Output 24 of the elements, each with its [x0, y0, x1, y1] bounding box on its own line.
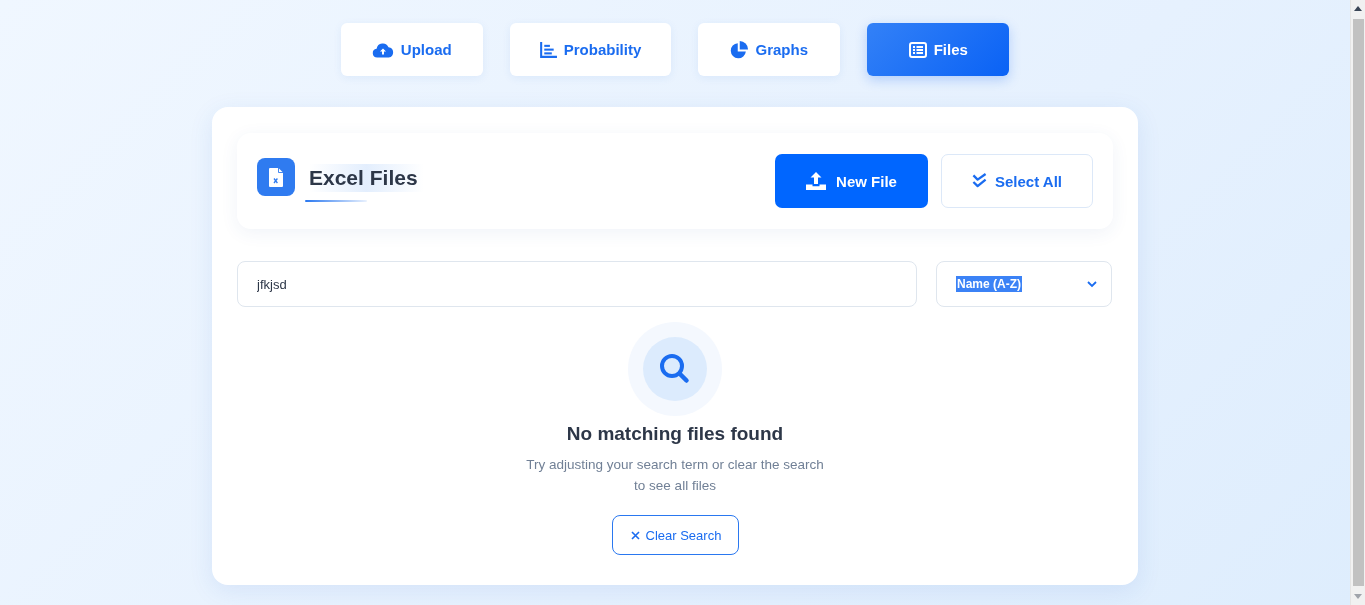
empty-state-message: Try adjusting your search term or clear the search to see all files: [525, 456, 825, 495]
title-underline: [305, 200, 367, 202]
pie-chart-icon: [730, 40, 749, 59]
nav-tab[interactable]: Probability: [509, 23, 672, 76]
search-field[interactable]: jfkjsd: [237, 261, 917, 307]
nav-tab[interactable]: Upload: [340, 23, 483, 76]
search-icon: [628, 322, 722, 416]
scrollbar-thumb[interactable]: [1352, 19, 1364, 586]
spreadsheet-file-icon: [257, 158, 295, 196]
list-icon: [908, 41, 927, 58]
select-all-button[interactable]: Select All: [941, 154, 1093, 208]
sort-value: Name (A-Z): [956, 276, 1022, 292]
new-file-button[interactable]: New File: [775, 154, 928, 208]
nav-tab[interactable]: Graphs: [698, 23, 841, 76]
double-check-icon: [972, 173, 987, 189]
close-icon: [630, 530, 640, 540]
empty-state-title: No matching files found: [566, 422, 784, 446]
bar-chart-icon: [539, 41, 557, 58]
nav-tab[interactable]: Files: [867, 23, 1010, 76]
chevron-down-icon: [1087, 280, 1097, 288]
cloud-upload-icon: [371, 41, 394, 58]
upload-icon: [806, 172, 827, 190]
clear-search-button[interactable]: Clear Search: [611, 515, 739, 555]
sort-dropdown[interactable]: Name (A-Z): [936, 261, 1112, 307]
